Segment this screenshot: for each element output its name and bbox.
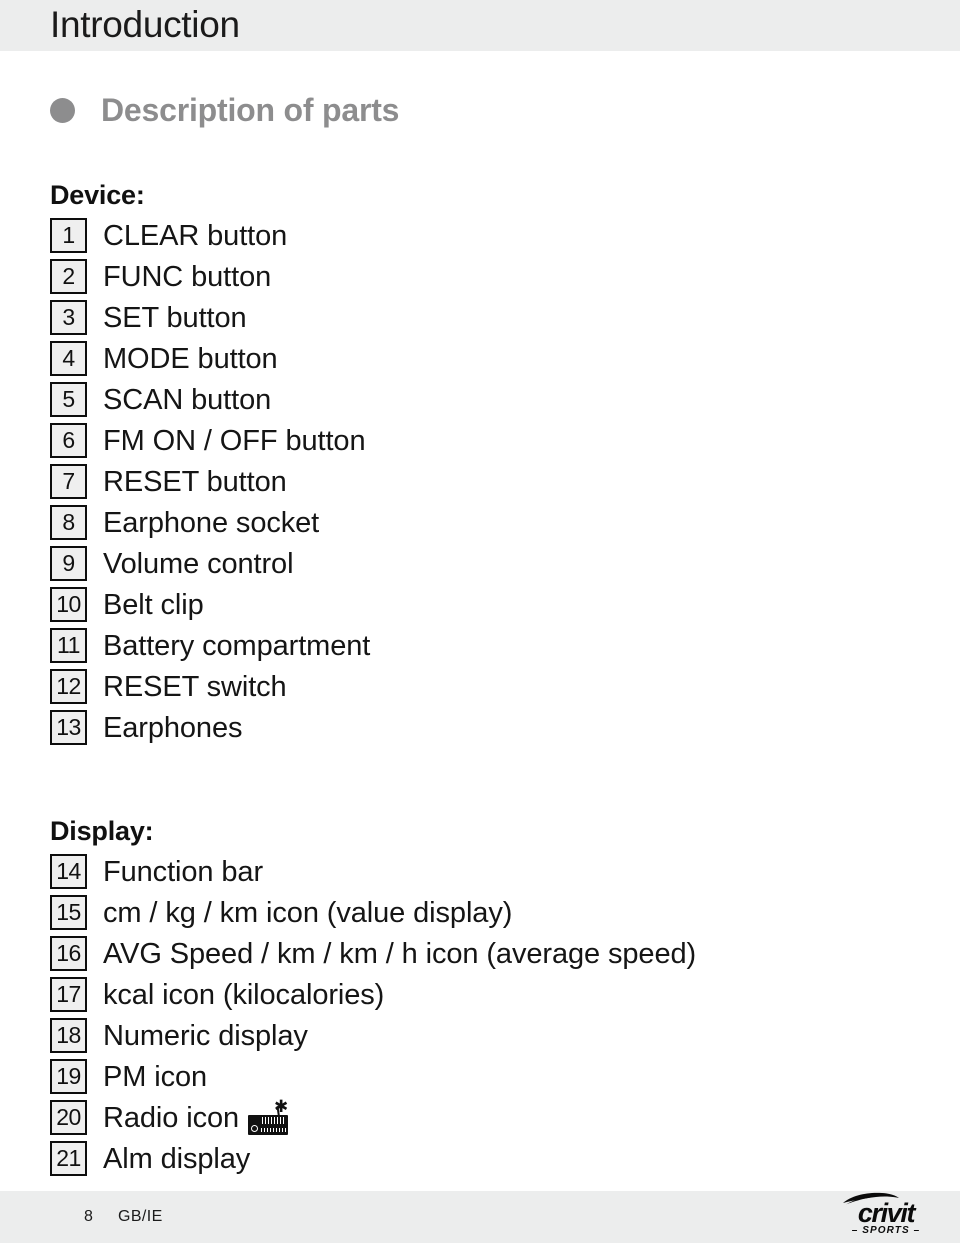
part-label: kcal icon (kilocalories) (103, 978, 385, 1011)
brand-name: crivit (857, 1198, 916, 1228)
part-number-badge: 13 (50, 710, 87, 745)
part-number-badge: 7 (50, 464, 87, 499)
brand-subtitle: – SPORTS – (851, 1225, 921, 1236)
part-label: Numeric display (103, 1019, 308, 1052)
part-label: RESET switch (103, 670, 287, 703)
page-header-band: Introduction (0, 0, 960, 51)
part-number-badge: 14 (50, 854, 87, 889)
crivit-sports-logo: crivit – SPORTS – (830, 1190, 942, 1240)
part-label: AVG Speed / km / km / h icon (average sp… (103, 937, 697, 970)
parts-description-content: Device: 1 CLEAR button 2 FUNC button 3 S… (50, 178, 930, 1179)
part-number-badge: 2 (50, 259, 87, 294)
list-item: 20 Radio icon ✱ (50, 1097, 930, 1138)
part-label: Belt clip (103, 588, 204, 621)
list-item: 8 Earphone socket (50, 502, 930, 543)
part-label: MODE button (103, 342, 278, 375)
page-number: 8 (84, 1208, 93, 1225)
part-number-badge: 3 (50, 300, 87, 335)
part-label: RESET button (103, 465, 287, 498)
part-number-badge: 15 (50, 895, 87, 930)
part-number-badge: 18 (50, 1018, 87, 1053)
part-number-badge: 1 (50, 218, 87, 253)
list-item: 4 MODE button (50, 338, 930, 379)
radio-dial (251, 1124, 259, 1132)
radio-scale (261, 1128, 287, 1132)
list-item: 5 SCAN button (50, 379, 930, 420)
part-number-badge: 11 (50, 628, 87, 663)
list-item: 19 PM icon (50, 1056, 930, 1097)
part-number-badge: 6 (50, 423, 87, 458)
part-number-badge: 16 (50, 936, 87, 971)
part-number-badge: 12 (50, 669, 87, 704)
part-label: Volume control (103, 547, 294, 580)
list-item: 10 Belt clip (50, 584, 930, 625)
part-label: Radio icon ✱ (103, 1098, 290, 1135)
locale-label: GB/IE (118, 1208, 163, 1225)
part-number-badge: 19 (50, 1059, 87, 1094)
list-item: 6 FM ON / OFF button (50, 420, 930, 461)
part-label: Battery compartment (103, 629, 371, 662)
list-item: 18 Numeric display (50, 1015, 930, 1056)
list-item: 14 Function bar (50, 851, 930, 892)
part-number-badge: 9 (50, 546, 87, 581)
list-item: 17 kcal icon (kilocalories) (50, 974, 930, 1015)
group-title-device: Device: (50, 180, 145, 210)
part-label: Earphones (103, 711, 243, 744)
page-footer-band: 8 GB/IE crivit – SPORTS – (0, 1191, 960, 1243)
part-label: PM icon (103, 1060, 208, 1093)
part-label: Earphone socket (103, 506, 320, 539)
group-title-display: Display: (50, 816, 154, 846)
list-item: 15 cm / kg / km icon (value display) (50, 892, 930, 933)
part-number-badge: 10 (50, 587, 87, 622)
part-number-badge: 17 (50, 977, 87, 1012)
list-item: 1 CLEAR button (50, 215, 930, 256)
part-number-badge: 8 (50, 505, 87, 540)
filled-circle-bullet-icon (50, 98, 75, 123)
list-item: 3 SET button (50, 297, 930, 338)
part-number-badge: 5 (50, 382, 87, 417)
part-number-badge: 4 (50, 341, 87, 376)
radio-grille (262, 1116, 287, 1124)
device-parts-list: 1 CLEAR button 2 FUNC button 3 SET butto… (50, 215, 930, 748)
part-number-badge: 20 (50, 1100, 87, 1135)
part-label: SET button (103, 301, 247, 334)
list-item: 13 Earphones (50, 707, 930, 748)
part-number-badge: 21 (50, 1141, 87, 1176)
part-label-text: Radio icon (103, 1101, 240, 1134)
section-heading: Description of parts (50, 92, 399, 129)
section-heading-label: Description of parts (101, 92, 400, 128)
running-header-title: Introduction (50, 4, 240, 45)
list-item: 11 Battery compartment (50, 625, 930, 666)
part-label: FM ON / OFF button (103, 424, 366, 457)
display-parts-list: 14 Function bar 15 cm / kg / km icon (va… (50, 851, 930, 1179)
document-page: Introduction Description of parts Device… (0, 0, 960, 1243)
list-item: 7 RESET button (50, 461, 930, 502)
list-item: 21 Alm display (50, 1138, 930, 1179)
part-label: FUNC button (103, 260, 272, 293)
list-item: 12 RESET switch (50, 666, 930, 707)
part-label: Function bar (103, 855, 263, 888)
list-item: 2 FUNC button (50, 256, 930, 297)
part-label: CLEAR button (103, 219, 288, 252)
list-item: 9 Volume control (50, 543, 930, 584)
part-label: Alm display (103, 1142, 251, 1175)
part-label: cm / kg / km icon (value display) (103, 896, 513, 929)
radio-icon: ✱ (248, 1098, 290, 1135)
list-item: 16 AVG Speed / km / km / h icon (average… (50, 933, 930, 974)
part-label: SCAN button (103, 383, 272, 416)
